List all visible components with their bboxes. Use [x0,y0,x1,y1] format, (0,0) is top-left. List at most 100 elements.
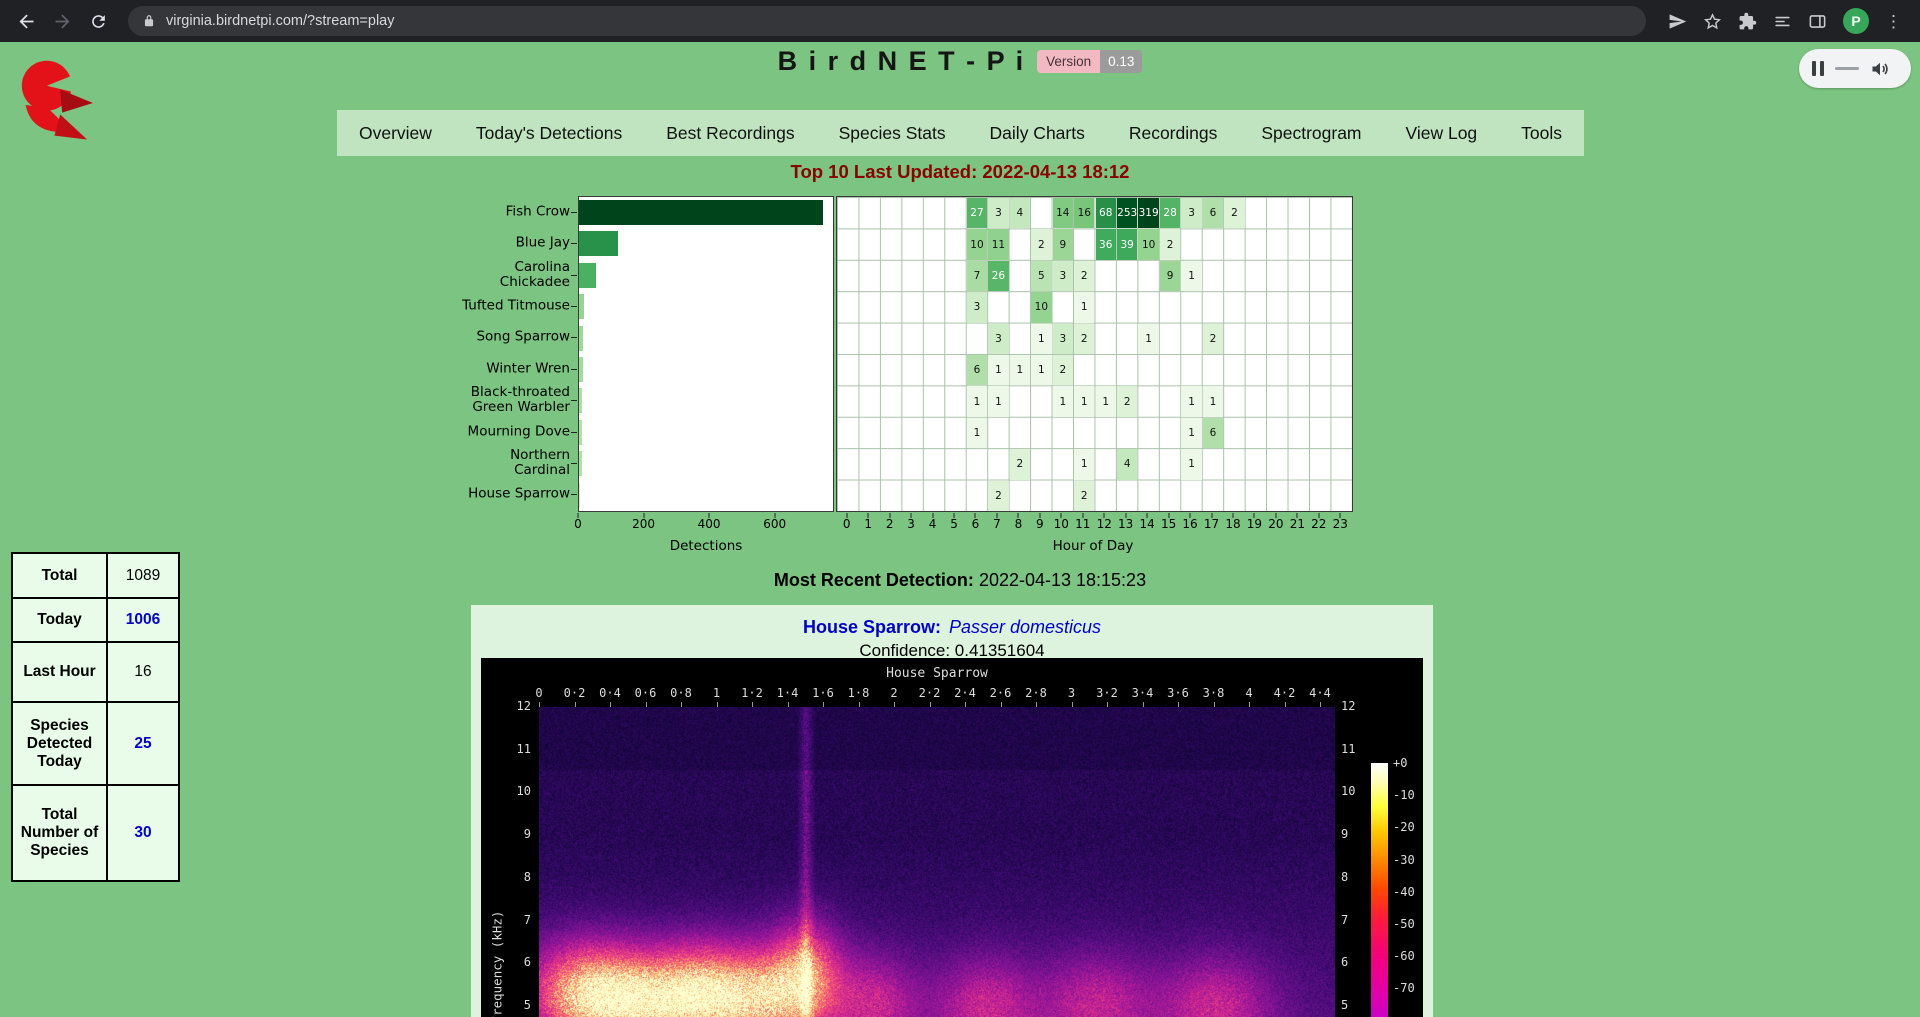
axis-tick-label: 10 [1054,517,1069,531]
axis-tick-label: 7 [993,517,1001,531]
axis-tick [1320,702,1321,707]
axis-tick [1214,702,1215,707]
axis-tick-label: 9 [1036,517,1044,531]
axis-tick [1285,702,1286,707]
bookmark-star-icon[interactable] [1703,12,1722,31]
send-icon[interactable] [1668,12,1687,31]
browser-menu-icon[interactable]: ⋮ [1885,13,1902,30]
heatmap-cell: 16 [1074,198,1094,228]
heatmap-xaxis-label: Hour of Day [1053,538,1134,554]
detections-bar [579,420,582,445]
side-panel-icon[interactable] [1808,12,1827,31]
heatmap-cell: 1 [1074,292,1094,322]
heatmap-cell: 1 [1203,386,1223,416]
url-text: virginia.birdnetpi.com/?stream=play [166,13,394,29]
detection-scientific-name[interactable]: Passer domesticus [949,617,1101,637]
axis-tick-label: 3 [907,517,915,531]
nav-item-best-recordings[interactable]: Best Recordings [660,123,800,144]
heatmap-cell: 27 [967,198,987,228]
nav-item-spectrogram[interactable]: Spectrogram [1255,123,1367,144]
detection-title: House Sparrow: Passer domesticus [471,605,1433,638]
stats-row: Last Hour16 [12,642,179,702]
heatmap-cell: 2 [1203,324,1223,354]
species-label: Tufted Titmouse [0,298,570,313]
browser-address-bar[interactable]: virginia.birdnetpi.com/?stream=play [128,6,1646,36]
stats-value: 16 [107,642,179,702]
browser-reload-button[interactable] [82,5,114,37]
axis-tick [1001,702,1002,707]
heatmap-cell: 10 [1031,292,1051,322]
axis-tick-label: 19 [1247,517,1262,531]
axis-tick-label: 11 [1075,517,1090,531]
stats-label: Today [12,598,107,642]
axis-tick-label: 21 [1290,517,1305,531]
browser-back-button[interactable] [10,5,42,37]
spectrogram-freq-tick: 11 [1341,742,1385,756]
axis-tick [788,702,789,707]
audio-player[interactable] [1799,49,1911,88]
birdnet-pi-logo[interactable] [12,55,118,151]
heatmap-cell: 3 [1053,261,1073,291]
heatmap-cell: 36 [1096,229,1116,259]
axis-tick [1036,702,1037,707]
species-label: Blue Jay [0,236,570,251]
spectrogram-freq-tick: 8 [481,870,531,884]
species-label: House Sparrow [0,487,570,502]
spectrogram-freq-tick: 6 [481,955,531,969]
stats-value[interactable]: 1006 [107,598,179,642]
spectrogram-freq-tick: 10 [481,784,531,798]
axis-tick-label: 20 [1268,517,1283,531]
spectrogram-time-tick: 1·4 [777,686,799,700]
recent-label: Most Recent Detection: [774,570,974,590]
detections-bar [579,326,583,351]
nav-item-tools[interactable]: Tools [1515,123,1568,144]
version-badge[interactable]: Version 0.13 [1037,50,1142,73]
spectrogram-time-tick: 1·8 [848,686,870,700]
axis-tick [859,702,860,707]
spectrogram-freq-tick: 12 [481,699,531,713]
extensions-icon[interactable] [1738,12,1757,31]
back-arrow-icon [16,11,37,32]
spectrogram-time-tick: 2·6 [990,686,1012,700]
audio-progress-bar[interactable] [1835,67,1859,70]
axis-tick [930,702,931,707]
nav-item-recordings[interactable]: Recordings [1123,123,1224,144]
detection-species[interactable]: House Sparrow: [803,617,941,637]
volume-icon[interactable] [1870,59,1890,79]
nav-item-overview[interactable]: Overview [353,123,438,144]
heatmap-cell: 2 [1160,229,1180,259]
axis-tick [752,702,753,707]
profile-avatar[interactable]: P [1843,8,1869,34]
axis-tick [539,702,540,707]
heatmap-cell: 9 [1160,261,1180,291]
axis-tick-label: 4 [929,517,937,531]
spectrogram-freq-tick: 9 [1341,827,1385,841]
axis-tick [571,432,577,433]
nav-item-view-log[interactable]: View Log [1399,123,1483,144]
nav-item-daily-charts[interactable]: Daily Charts [984,123,1091,144]
reading-list-icon[interactable] [1773,12,1792,31]
browser-forward-button[interactable] [46,5,78,37]
axis-tick-label: 8 [1015,517,1023,531]
pause-button[interactable] [1812,61,1824,76]
spectrogram-freq-tick: 9 [481,827,531,841]
stats-value[interactable]: 30 [107,785,179,881]
spectrogram-freq-tick: 7 [481,913,531,927]
heatmap-cell: 1 [988,386,1008,416]
axis-tick-label: 22 [1311,517,1326,531]
nav-item-species-stats[interactable]: Species Stats [833,123,952,144]
colorbar-tick: -30 [1393,853,1415,867]
browser-chrome: virginia.birdnetpi.com/?stream=play P ⋮ [0,0,1920,42]
stats-value[interactable]: 25 [107,702,179,785]
spectrogram-freq-tick: 5 [1341,998,1385,1012]
nav-item-today-s-detections[interactable]: Today's Detections [470,123,628,144]
heatmap-cell: 3 [988,324,1008,354]
axis-tick-label: 6 [972,517,980,531]
axis-tick-label: 600 [763,517,786,531]
forward-arrow-icon [52,11,73,32]
spectrogram-freq-tick: 6 [1341,955,1385,969]
colorbar-tick: -20 [1393,820,1415,834]
spectrogram-time-tick: 4·4 [1309,686,1331,700]
spectrogram-time-tick: 0·8 [670,686,692,700]
spectrogram-freq-tick: 7 [1341,913,1385,927]
